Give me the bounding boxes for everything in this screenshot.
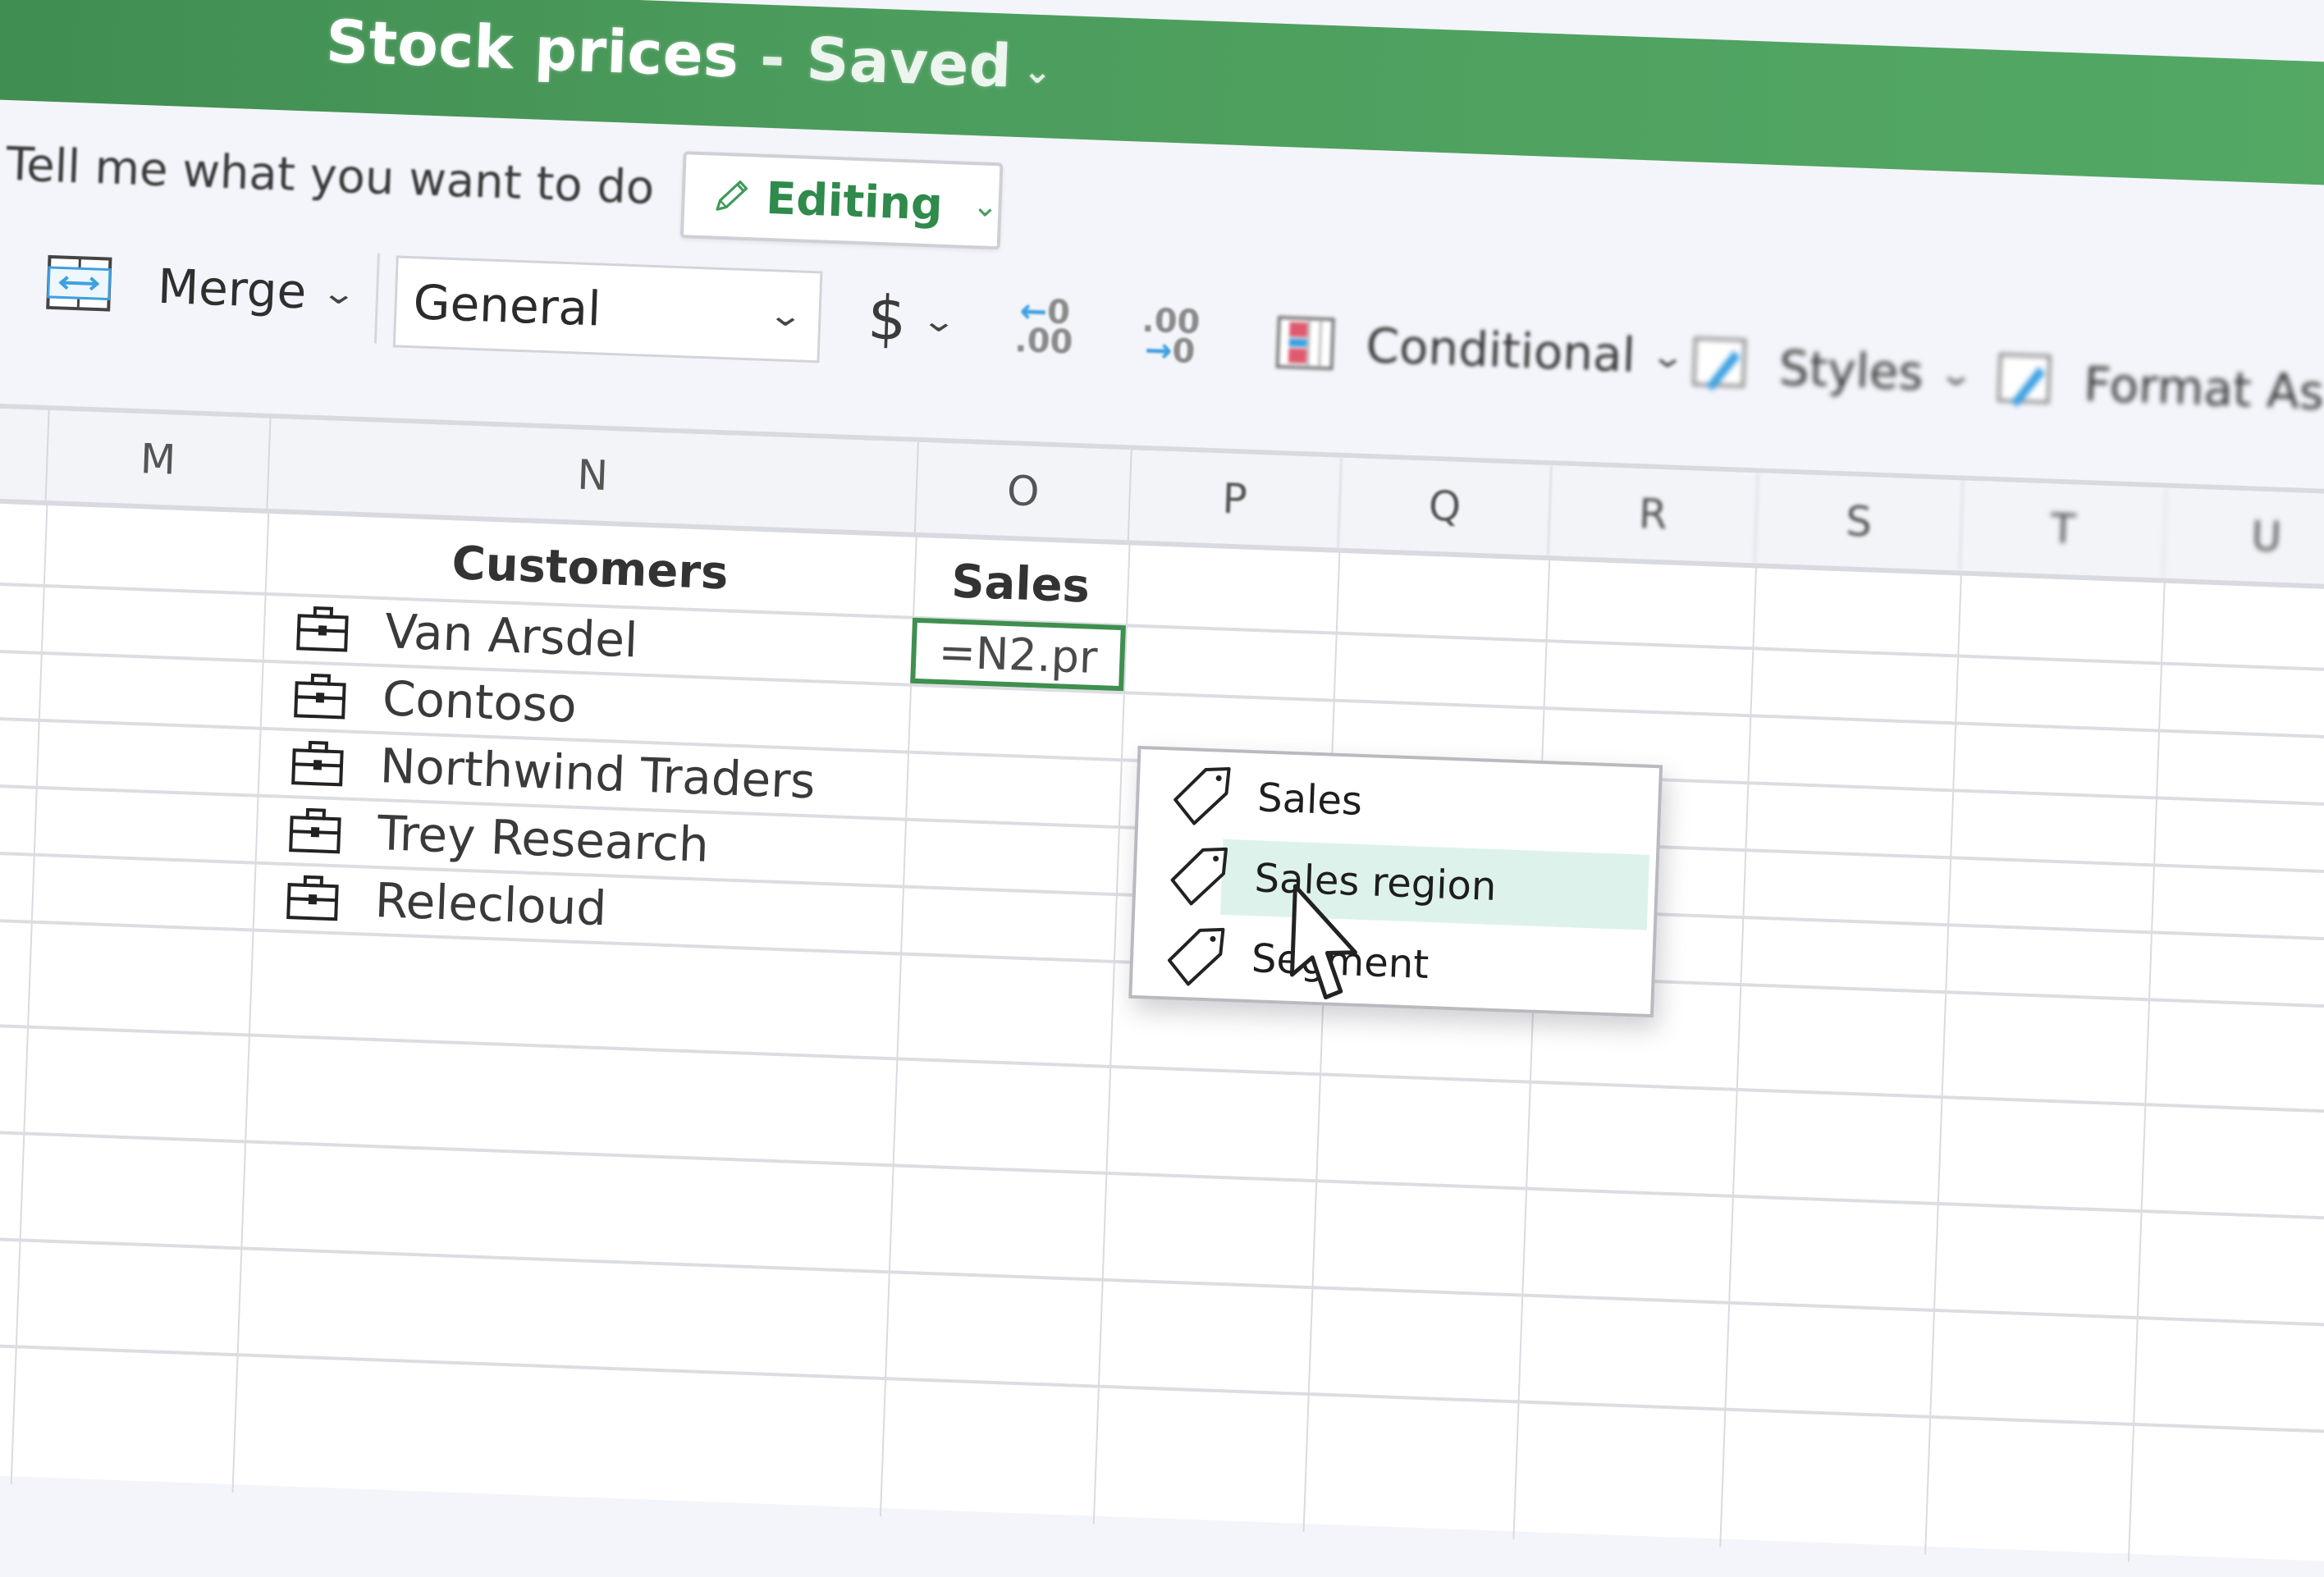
increase-decimal-icon: ←0 .00 xyxy=(1014,296,1074,358)
briefcase-icon xyxy=(290,739,345,787)
gridline xyxy=(1924,570,1962,1554)
cell-styles-button[interactable]: Styles ⌄ xyxy=(1691,336,1970,403)
column-header-U[interactable]: U xyxy=(2164,488,2324,586)
header-cell-sales[interactable]: Sales xyxy=(913,547,1128,620)
conditional-formatting-icon xyxy=(1274,315,1335,372)
number-format-dropdown[interactable]: General ⌄ xyxy=(393,255,823,363)
pencil-icon xyxy=(711,170,753,222)
chevron-down-icon: ⌄ xyxy=(1022,50,1053,91)
column-header-M[interactable]: M xyxy=(47,410,272,509)
column-header-N[interactable]: N xyxy=(268,418,919,533)
column-header-L[interactable] xyxy=(0,403,50,501)
customer-cell[interactable]: Van Arsdel xyxy=(295,595,639,673)
column-header-S[interactable]: S xyxy=(1755,473,1964,570)
dollar-icon: $ xyxy=(867,283,908,355)
briefcase-icon xyxy=(288,807,342,854)
column-header-R[interactable]: R xyxy=(1549,465,1759,563)
decrease-decimal-button[interactable]: .00 →0 xyxy=(1141,306,1201,368)
format-as-table-label: Format As xyxy=(2083,356,2324,421)
gridline xyxy=(0,1128,2324,1225)
excel-window: Stock prices-Saved⌄ Tell me what you wan… xyxy=(0,0,2324,1458)
format-as-table-button[interactable]: Format As xyxy=(1996,352,2324,422)
gridline xyxy=(1719,563,1757,1547)
editing-mode-button[interactable]: Editing ⌄ xyxy=(680,151,1004,249)
number-format-value: General xyxy=(413,274,602,336)
briefcase-icon xyxy=(286,874,340,921)
tag-icon xyxy=(1168,761,1236,830)
customer-name: Relecloud xyxy=(374,872,608,936)
title-separator: - xyxy=(759,23,786,93)
save-status: Saved xyxy=(805,25,1013,101)
column-header-P[interactable]: P xyxy=(1129,450,1343,547)
document-title-button[interactable]: Stock prices-Saved⌄ xyxy=(325,7,1054,102)
decrease-decimal-icon: .00 →0 xyxy=(1141,306,1201,368)
chevron-down-icon: ⌄ xyxy=(1649,337,1687,375)
customer-cell[interactable]: Relecloud xyxy=(286,864,608,941)
cell-styles-label: Styles xyxy=(1778,340,1924,400)
formula-entry: =N2.pr xyxy=(938,625,1099,683)
increase-decimal-button[interactable]: ←0 .00 xyxy=(1014,296,1074,358)
tell-me-search[interactable]: Tell me what you want to do xyxy=(5,138,655,215)
cell-styles-icon xyxy=(1691,336,1753,395)
tag-icon xyxy=(1164,842,1233,910)
tag-icon xyxy=(1162,922,1230,990)
briefcase-icon xyxy=(295,605,350,652)
formula-autocomplete-list: Sales Sales region Segment xyxy=(1128,746,1663,1017)
worksheet-grid[interactable]: M N O P Q R S T U Customers xyxy=(0,402,2324,1566)
customer-cell[interactable]: Contoso xyxy=(293,662,578,738)
gridline xyxy=(11,501,48,1484)
gridline xyxy=(0,1022,2324,1118)
chevron-down-icon: ⌄ xyxy=(1937,355,1975,393)
gridline xyxy=(1512,555,1550,1539)
gridline xyxy=(0,1342,2324,1438)
chevron-down-icon: ⌄ xyxy=(972,187,999,224)
format-as-table-icon xyxy=(1996,352,2057,412)
ribbon-divider xyxy=(374,254,380,344)
document-name: Stock prices xyxy=(325,7,740,90)
conditional-formatting-label: Conditional xyxy=(1365,318,1636,383)
merge-cells-icon xyxy=(45,254,112,313)
editing-mode-label: Editing xyxy=(765,171,944,230)
gridline xyxy=(2128,578,2166,1562)
gridline xyxy=(0,1235,2324,1332)
column-header-T[interactable]: T xyxy=(1960,481,2167,578)
gridline xyxy=(1303,548,1341,1532)
customer-name: Van Arsdel xyxy=(384,603,639,668)
column-header-O[interactable]: O xyxy=(916,442,1132,540)
autocomplete-label: Sales xyxy=(1256,775,1363,825)
conditional-formatting-button[interactable]: Conditional ⌄ xyxy=(1274,314,1681,385)
merge-label: Merge xyxy=(157,258,307,320)
column-header-Q[interactable]: Q xyxy=(1339,458,1553,555)
customer-name: Trey Research xyxy=(377,805,710,873)
currency-format-button[interactable]: $ ⌄ xyxy=(867,283,954,357)
autocomplete-item-segment[interactable]: Segment xyxy=(1132,915,1653,1012)
gridline xyxy=(231,509,269,1492)
customer-name: Northwind Traders xyxy=(379,738,817,809)
chevron-down-icon: ⌄ xyxy=(320,274,358,312)
customer-name: Contoso xyxy=(382,670,578,734)
active-cell-O2[interactable]: =N2.pr xyxy=(910,618,1126,691)
chevron-down-icon: ⌄ xyxy=(920,302,958,340)
briefcase-icon xyxy=(293,672,347,720)
merge-button[interactable]: Merge ⌄ xyxy=(45,254,353,322)
chevron-down-icon: ⌄ xyxy=(767,296,805,334)
mouse-pointer-icon xyxy=(1286,883,1364,1008)
